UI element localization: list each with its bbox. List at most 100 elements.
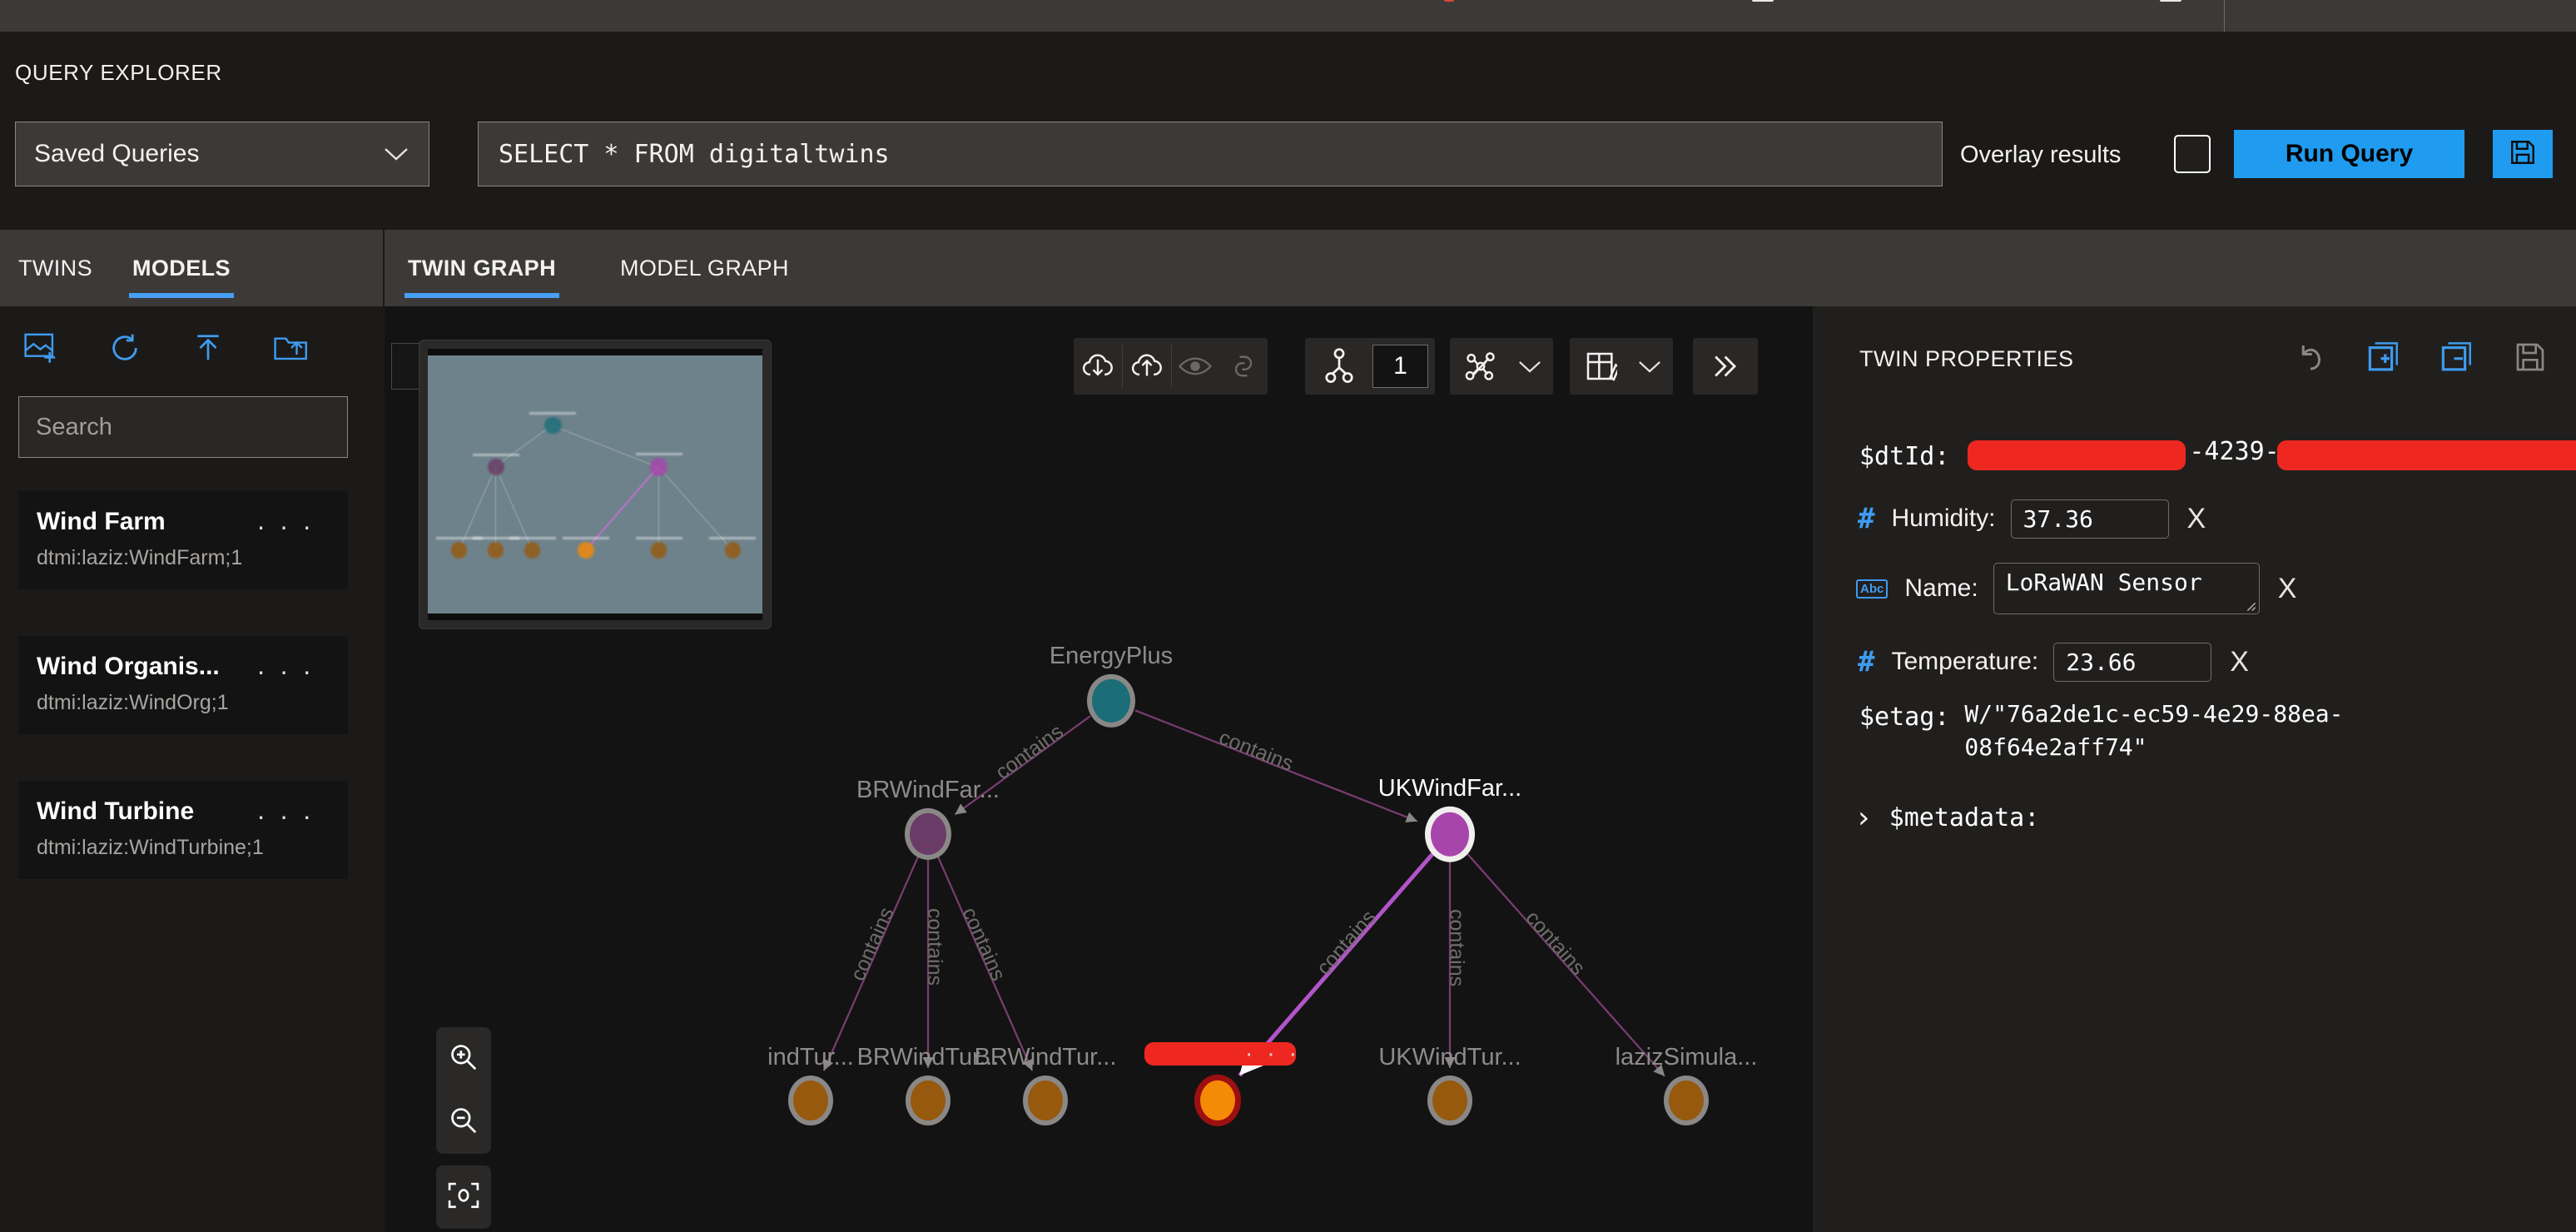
zoom-out-icon[interactable] (448, 1105, 479, 1140)
property-value-name-text: LoRaWAN Sensor (2005, 569, 2202, 596)
graph-node[interactable] (1087, 673, 1135, 728)
edge-label: contains (923, 908, 946, 986)
graph-node[interactable] (1664, 1076, 1709, 1125)
number-hash-icon: # (1858, 645, 1875, 678)
minimap-node-label (472, 454, 519, 457)
import-cloud-icon[interactable] (1074, 338, 1122, 395)
minimap-node (487, 459, 504, 476)
model-name: Wind Farm (37, 508, 166, 535)
graph-node-label-ellipsis: · · · (1244, 1040, 1301, 1067)
model-card-wind-turbine[interactable]: Wind Turbine · · · dtmi:laziz:WindTurbin… (18, 781, 348, 879)
graph-toolbar-group-1 (1074, 338, 1268, 395)
add-property-icon[interactable] (2361, 335, 2406, 380)
graph-node-label: UKWindFar... (1377, 775, 1522, 802)
layout-graph-icon[interactable] (1450, 338, 1511, 395)
edge-label: contains (1521, 907, 1590, 980)
refresh-icon[interactable] (83, 319, 166, 377)
minimap-node (650, 542, 668, 559)
tab-model-graph[interactable]: MODEL GRAPH (617, 230, 792, 306)
run-query-button[interactable]: Run Query (2234, 130, 2464, 178)
floppy-disk-icon (2509, 138, 2537, 171)
top-strip-divider (2224, 0, 2225, 32)
redaction-bar (2277, 440, 2576, 470)
graph-tabs: TWIN GRAPH MODEL GRAPH (385, 230, 2576, 306)
query-text: SELECT * FROM digitaltwins (499, 139, 890, 169)
fit-to-screen-button[interactable] (436, 1165, 491, 1229)
property-value-humidity[interactable]: 37.36 (2010, 499, 2169, 539)
minimap-node (450, 542, 468, 559)
overflow-chevrons-icon[interactable] (1693, 338, 1755, 395)
chevron-down-icon (384, 140, 409, 168)
fit-to-screen-icon (447, 1180, 480, 1215)
model-name: Wind Organis... (37, 653, 220, 680)
query-input[interactable]: SELECT * FROM digitaltwins (478, 122, 1943, 186)
upload-folder-icon[interactable] (250, 319, 333, 377)
metadata-key[interactable]: $metadata: (1889, 803, 2040, 832)
minimap-node (543, 416, 562, 435)
zoom-controls (436, 1027, 491, 1154)
model-dtmi: dtmi:laziz:WindOrg;1 (37, 691, 229, 714)
tab-twin-graph[interactable]: TWIN GRAPH (405, 230, 559, 306)
etag-line-1: W/"76a2de1c-ec59-4e29-88ea- (1964, 700, 2344, 728)
edge-label: contains (957, 904, 1010, 985)
graph-minimap[interactable] (419, 340, 772, 629)
search-input[interactable] (18, 396, 348, 458)
etag-key: $etag: (1859, 703, 1950, 732)
dtid-key: $dtId: (1859, 441, 1950, 471)
edit-layout-icon[interactable] (1570, 338, 1631, 395)
minimap-edge (495, 425, 553, 468)
graph-node[interactable] (1427, 1076, 1472, 1125)
undo-icon[interactable] (2288, 335, 2333, 380)
model-overflow-menu-icon[interactable]: · · · (256, 511, 315, 542)
save-query-button[interactable] (2493, 130, 2553, 178)
remove-property-icon[interactable] (2435, 335, 2479, 380)
property-label-temperature: Temperature: (1891, 648, 2039, 675)
tab-twins[interactable]: TWINS (15, 230, 96, 306)
graph-node[interactable] (1425, 806, 1475, 862)
search-field[interactable] (36, 413, 330, 441)
tab-models[interactable]: MODELS (129, 230, 234, 306)
graph-node[interactable] (788, 1076, 833, 1125)
save-icon[interactable] (2508, 335, 2553, 380)
model-overflow-menu-icon[interactable]: · · · (256, 656, 315, 687)
model-card-wind-farm[interactable]: Wind Farm · · · dtmi:laziz:WindFarm;1 (18, 491, 348, 589)
graph-node[interactable] (1194, 1074, 1241, 1127)
model-card-wind-organisation[interactable]: Wind Organis... · · · dtmi:laziz:WindOrg… (18, 636, 348, 734)
layout-chevron-down-icon[interactable] (1511, 338, 1548, 395)
image-add-icon[interactable] (0, 319, 83, 377)
graph-node-label: BRWindTur... (974, 1044, 1117, 1071)
remove-property-name-button[interactable]: X (2278, 573, 2297, 605)
upload-icon[interactable] (166, 319, 250, 377)
top-icon-stub-2 (1752, 0, 1774, 2)
model-overflow-menu-icon[interactable]: · · · (256, 801, 315, 832)
etag-line-2: 08f64e2aff74" (1964, 733, 2147, 761)
graph-node[interactable] (905, 807, 951, 861)
graph-node-label: BRWindFar... (856, 777, 1000, 803)
graph-toolbar-overflow (1693, 338, 1758, 395)
minimap-node-label (635, 453, 682, 456)
export-cloud-icon[interactable] (1123, 338, 1171, 395)
property-value-name[interactable]: LoRaWAN Sensor (1993, 563, 2260, 614)
eye-icon[interactable] (1171, 338, 1219, 395)
link-icon[interactable] (1219, 338, 1268, 395)
edit-chevron-down-icon[interactable] (1631, 338, 1668, 395)
expansion-level-input[interactable]: 1 (1372, 345, 1428, 388)
edge-label: contains (1445, 909, 1468, 986)
twin-properties-panel: TWIN PROPERTIES $dtId: -4239- # Humidity… (1813, 306, 2576, 1232)
chevron-right-icon[interactable]: › (1854, 801, 1873, 835)
saved-queries-dropdown[interactable]: Saved Queries (15, 122, 429, 186)
expand-relationship-icon[interactable] (1312, 338, 1367, 395)
graph-node[interactable] (906, 1076, 950, 1125)
minimap-viewport (428, 355, 762, 614)
property-value-temperature[interactable]: 23.66 (2053, 642, 2212, 682)
overlay-results-checkbox[interactable] (2174, 135, 2211, 173)
remove-property-humidity-button[interactable]: X (2187, 503, 2206, 535)
remove-property-temperature-button[interactable]: X (2230, 646, 2249, 678)
minimap-node (487, 542, 504, 559)
minimap-node (724, 542, 742, 559)
top-icon-stub-1 (1444, 0, 1454, 2)
zoom-in-icon[interactable] (448, 1041, 479, 1077)
graph-node[interactable] (1023, 1076, 1068, 1125)
minimap-node (578, 542, 595, 559)
edge-label: contains (1312, 906, 1380, 980)
